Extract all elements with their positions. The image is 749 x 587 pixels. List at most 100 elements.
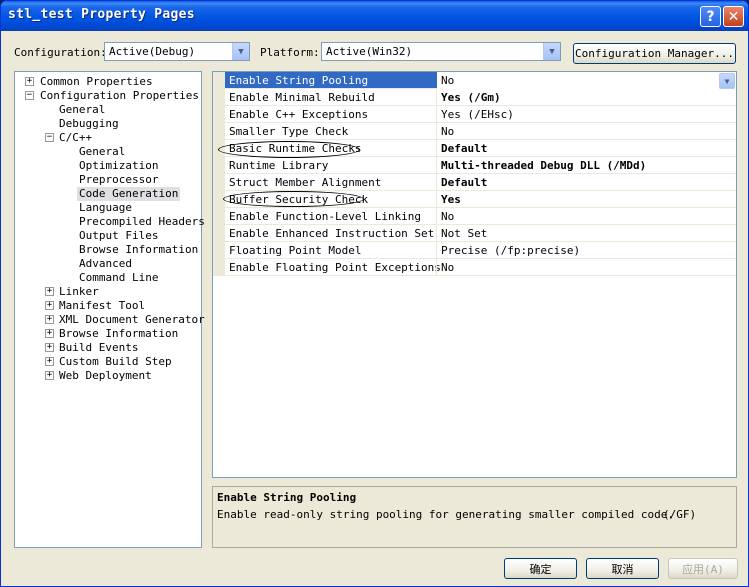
collapse-icon[interactable]: − bbox=[45, 133, 54, 142]
tree-item-xml-document-generator[interactable]: XML Document Generator bbox=[59, 313, 205, 327]
tree-item-web-deployment[interactable]: Web Deployment bbox=[59, 369, 152, 383]
property-row[interactable]: Struct Member Alignment Default bbox=[225, 174, 736, 191]
tree-item-cpp[interactable]: C/C++ bbox=[59, 131, 92, 145]
close-icon: ✕ bbox=[727, 8, 740, 25]
property-name: Enable Minimal Rebuild bbox=[229, 91, 375, 104]
property-row[interactable]: Enable Function-Level Linking No bbox=[225, 208, 736, 225]
property-row[interactable]: Smaller Type Check No bbox=[225, 123, 736, 140]
property-name: Enable Enhanced Instruction Set bbox=[229, 227, 435, 240]
tree-item-output-files[interactable]: Output Files bbox=[79, 229, 158, 243]
property-name: Runtime Library bbox=[229, 159, 329, 172]
property-name: Enable C++ Exceptions bbox=[229, 108, 369, 121]
property-name: Basic Runtime Checks bbox=[229, 142, 362, 155]
property-row[interactable]: Enable Minimal Rebuild Yes (/Gm) bbox=[225, 89, 736, 106]
property-value-editor[interactable] bbox=[437, 72, 736, 89]
column-divider bbox=[436, 208, 437, 225]
tree-item-manifest-tool[interactable]: Manifest Tool bbox=[59, 299, 145, 313]
property-row[interactable]: Buffer Security Check Yes bbox=[225, 191, 736, 208]
column-divider bbox=[436, 174, 437, 191]
description-title: Enable String Pooling bbox=[217, 491, 357, 504]
column-divider bbox=[436, 106, 437, 123]
property-name: Enable Floating Point Exceptions bbox=[229, 261, 441, 274]
title-bar[interactable]: stl_test Property Pages ? ✕ bbox=[1, 1, 748, 31]
property-name: Enable String Pooling bbox=[229, 74, 369, 87]
tree-item-debugging[interactable]: Debugging bbox=[59, 117, 119, 131]
property-value: Default bbox=[441, 176, 488, 189]
property-row[interactable]: Enable Floating Point Exceptions No bbox=[225, 259, 736, 276]
property-value: Precise (/fp:precise) bbox=[441, 244, 581, 257]
expand-icon[interactable]: + bbox=[25, 77, 34, 86]
property-value: Default bbox=[441, 142, 488, 155]
property-row-string-pooling[interactable]: Enable String Pooling No ▼ bbox=[225, 72, 736, 89]
column-divider bbox=[436, 123, 437, 140]
platform-value: Active(Win32) bbox=[326, 45, 413, 58]
cancel-button[interactable]: 取消 bbox=[586, 558, 659, 579]
tree-item-configuration-properties[interactable]: Configuration Properties bbox=[40, 89, 199, 103]
ok-button[interactable]: 确定 bbox=[504, 558, 577, 579]
tree-item-common-properties[interactable]: Common Properties bbox=[40, 75, 153, 89]
column-divider bbox=[436, 140, 437, 157]
tree-item-cpp-general[interactable]: General bbox=[79, 145, 125, 159]
description-switch: (/GF) bbox=[663, 508, 697, 521]
expand-icon[interactable]: + bbox=[45, 371, 54, 380]
tree-item-build-events[interactable]: Build Events bbox=[59, 341, 138, 355]
collapse-icon[interactable]: − bbox=[25, 91, 34, 100]
grid-margin bbox=[213, 72, 225, 276]
column-divider bbox=[436, 225, 437, 242]
property-tree[interactable]: + Common Properties − Configuration Prop… bbox=[14, 71, 205, 548]
configuration-value: Active(Debug) bbox=[109, 45, 196, 58]
property-name: Buffer Security Check bbox=[229, 193, 369, 206]
column-divider bbox=[436, 242, 437, 259]
tree-item-custom-build-step[interactable]: Custom Build Step bbox=[59, 355, 172, 369]
column-divider bbox=[436, 259, 437, 276]
platform-select[interactable]: Active(Win32) ▼ bbox=[321, 42, 561, 61]
help-icon: ? bbox=[706, 8, 715, 25]
tree-item-general[interactable]: General bbox=[59, 103, 105, 117]
property-value: Yes bbox=[441, 193, 461, 206]
expand-icon[interactable]: + bbox=[45, 357, 54, 366]
property-name: Floating Point Model bbox=[229, 244, 362, 257]
chevron-down-icon[interactable]: ▼ bbox=[719, 73, 735, 89]
property-value: No bbox=[441, 125, 455, 138]
tree-item-optimization[interactable]: Optimization bbox=[79, 159, 158, 173]
tree-item-advanced[interactable]: Advanced bbox=[79, 257, 132, 271]
property-value: No bbox=[441, 74, 455, 87]
configuration-label: Configuration: bbox=[14, 46, 107, 59]
platform-label: Platform: bbox=[260, 46, 320, 59]
configuration-select[interactable]: Active(Debug) ▼ bbox=[104, 42, 250, 61]
property-name: Smaller Type Check bbox=[229, 125, 349, 138]
property-row[interactable]: Enable C++ Exceptions Yes (/EHsc) bbox=[225, 106, 736, 123]
property-row[interactable]: Enable Enhanced Instruction Set Not Set bbox=[225, 225, 736, 242]
expand-icon[interactable]: + bbox=[45, 287, 54, 296]
configuration-manager-button[interactable]: Configuration Manager... bbox=[573, 43, 736, 64]
property-grid[interactable]: Enable String Pooling No ▼ Enable Minima… bbox=[212, 71, 737, 478]
close-button[interactable]: ✕ bbox=[723, 6, 744, 27]
property-row[interactable]: Basic Runtime Checks Default bbox=[225, 140, 736, 157]
tree-item-browse-information-2[interactable]: Browse Information bbox=[59, 327, 178, 341]
property-value: No bbox=[441, 261, 455, 274]
expand-icon[interactable]: + bbox=[45, 329, 54, 338]
tree-item-browse-information[interactable]: Browse Information bbox=[79, 243, 198, 257]
property-name: Struct Member Alignment bbox=[229, 176, 382, 189]
tree-item-command-line[interactable]: Command Line bbox=[79, 271, 158, 285]
description-panel: Enable String Pooling Enable read-only s… bbox=[212, 486, 737, 548]
tree-item-preprocessor[interactable]: Preprocessor bbox=[79, 173, 158, 187]
tree-item-precompiled-headers[interactable]: Precompiled Headers bbox=[79, 215, 205, 229]
property-value: Yes (/EHsc) bbox=[441, 108, 514, 121]
expand-icon[interactable]: + bbox=[45, 301, 54, 310]
property-row[interactable]: Floating Point Model Precise (/fp:precis… bbox=[225, 242, 736, 259]
property-row[interactable]: Runtime Library Multi-threaded Debug DLL… bbox=[225, 157, 736, 174]
property-value: Yes (/Gm) bbox=[441, 91, 501, 104]
chevron-down-icon: ▼ bbox=[232, 43, 249, 60]
column-divider bbox=[436, 89, 437, 106]
column-divider bbox=[436, 157, 437, 174]
expand-icon[interactable]: + bbox=[45, 343, 54, 352]
tree-item-linker[interactable]: Linker bbox=[59, 285, 99, 299]
expand-icon[interactable]: + bbox=[45, 315, 54, 324]
property-value: Multi-threaded Debug DLL (/MDd) bbox=[441, 159, 647, 172]
property-name: Enable Function-Level Linking bbox=[229, 210, 422, 223]
tree-item-language[interactable]: Language bbox=[79, 201, 132, 215]
tree-item-code-generation[interactable]: Code Generation bbox=[77, 187, 181, 201]
apply-button[interactable]: 应用(A) bbox=[668, 558, 738, 579]
help-button[interactable]: ? bbox=[700, 6, 721, 27]
